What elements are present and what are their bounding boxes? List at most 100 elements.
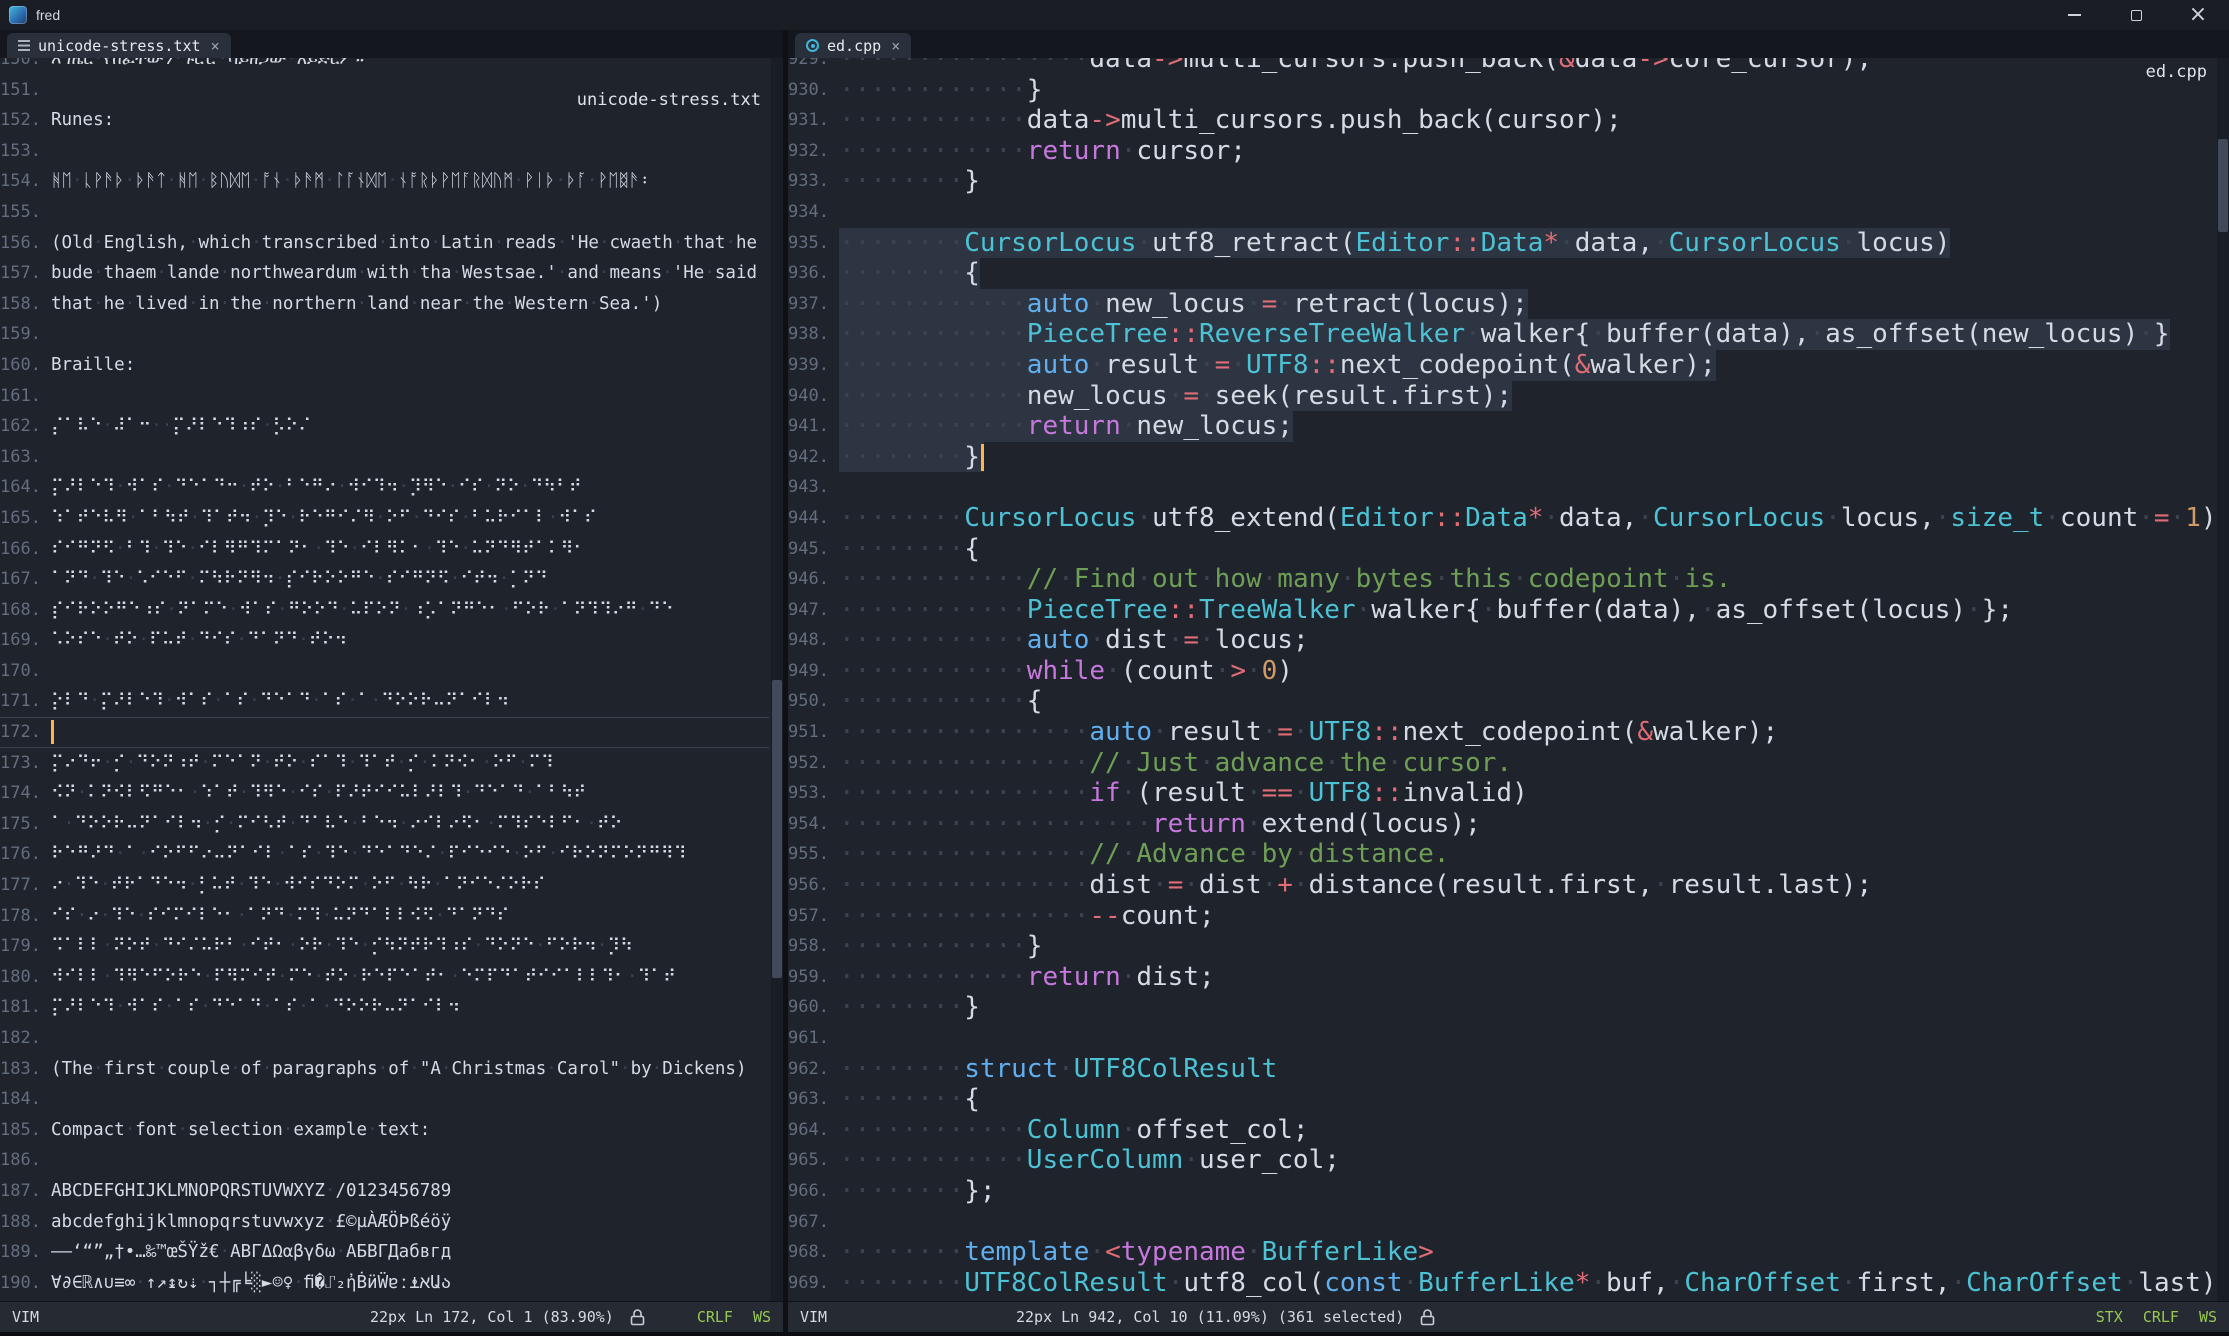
code-line[interactable]: 184. xyxy=(0,1084,769,1115)
syntax-indicator[interactable]: STX xyxy=(2096,1308,2123,1326)
code-line[interactable]: 960.········} xyxy=(788,992,2215,1023)
tab-close-icon[interactable]: × xyxy=(891,37,900,55)
code-line[interactable]: 159. xyxy=(0,319,769,350)
code-line[interactable]: 166.⠎⠊⠛⠝⠫·⠃⠹·⠹⠑·⠊⠇⠻⠛⠹⠍⠁⠝⠂·⠹⠑·⠊⠇⠻⠅⠂·⠹⠑·⠥⠝… xyxy=(0,534,769,565)
code-line[interactable]: 153. xyxy=(0,136,769,167)
code-line[interactable]: 186. xyxy=(0,1145,769,1176)
code-line[interactable]: 188.abcdefghijklmnopqrstuvwxyz·£©µÀÆÖÞßé… xyxy=(0,1207,769,1238)
code-line[interactable]: 943. xyxy=(788,472,2215,503)
code-line[interactable]: 948.············auto·dist·=·locus; xyxy=(788,625,2215,656)
code-line[interactable]: 965.············UserColumn·user_col; xyxy=(788,1145,2215,1176)
code-line[interactable]: 179.⠩⠁⠇⠇·⠝⠕⠞·⠙⠊⠌⠥⠗⠃·⠊⠞⠂·⠕⠗·⠹⠑·⡊⠳⠝⠞⠗⠹⠰⠎·⠙… xyxy=(0,931,769,962)
left-eol-indicator[interactable]: CRLF xyxy=(697,1308,733,1326)
code-line[interactable]: 962.········struct·UTF8ColResult xyxy=(788,1054,2215,1085)
right-ws-indicator[interactable]: WS xyxy=(2199,1308,2217,1326)
code-line[interactable]: 968.········template·<typename·BufferLik… xyxy=(788,1237,2215,1268)
code-line[interactable]: 966.········}; xyxy=(788,1176,2215,1207)
code-line[interactable]: 951.················auto·result·=·UTF8::… xyxy=(788,717,2215,748)
code-line[interactable]: 942.········} xyxy=(788,442,2215,473)
left-scrollbar-thumb[interactable] xyxy=(772,680,782,978)
code-line[interactable]: 952.················//·Just·advance·the·… xyxy=(788,748,2215,779)
code-line[interactable]: 967. xyxy=(788,1207,2215,1238)
code-line[interactable]: 930.············} xyxy=(788,75,2215,106)
code-line[interactable]: 183.(The·first·couple·of·paragraphs·of·"… xyxy=(0,1054,769,1085)
right-scrollbar[interactable] xyxy=(2217,58,2229,1301)
maximize-button[interactable] xyxy=(2105,0,2167,30)
titlebar[interactable]: fred × xyxy=(0,0,2229,30)
code-line[interactable]: 156.(Old·English,·which·transcribed·into… xyxy=(0,228,769,259)
code-line[interactable]: 932.············return·cursor; xyxy=(788,136,2215,167)
code-line[interactable]: 174.⠪⠝·⠅⠝⠪⠇⠫⠛⠑⠂·⠱⠁⠞·⠹⠻⠑·⠊⠎·⠏⠜⠞⠊⠊⠥⠇⠜⠇⠹·⠙⠑… xyxy=(0,778,769,809)
code-line[interactable]: 180.⠺⠊⠇⠇·⠹⠻⠑⠋⠕⠗⠑·⠏⠻⠍⠊⠞·⠍⠑·⠞⠕·⠗⠑⠏⠑⠁⠞⠂·⠑⠍⠏… xyxy=(0,962,769,993)
code-line[interactable]: 946.············//·Find·out·how·many·byt… xyxy=(788,564,2215,595)
code-line[interactable]: 157.bude·thaem·lande·northweardum·with·t… xyxy=(0,258,769,289)
code-line[interactable]: 176.⠗⠑⠛⠜⠙·⠁·⠊⠕⠋⠋⠔⠤⠝⠁⠊⠇·⠁⠎·⠹⠑·⠙⠑⠁⠙⠑⠌·⠏⠊⠑⠊… xyxy=(0,839,769,870)
right-editor[interactable]: 929.················data->multi_cursors.… xyxy=(788,58,2229,1301)
code-line[interactable]: 947.············PieceTree::TreeWalker·wa… xyxy=(788,595,2215,626)
code-line[interactable]: 936.········{ xyxy=(788,258,2215,289)
code-line[interactable]: 181.⡍⠜⠇⠑⠹·⠺⠁⠎·⠁⠎·⠙⠑⠁⠙·⠁⠎·⠁·⠙⠕⠕⠗⠤⠝⠁⠊⠇⠲ xyxy=(0,992,769,1023)
right-scrollbar-thumb[interactable] xyxy=(2218,139,2228,232)
left-cursor-position: 22px Ln 172, Col 1 (83.90%) xyxy=(370,1308,614,1326)
left-scrollbar[interactable] xyxy=(771,58,783,1301)
code-line[interactable]: 939.············auto·result·=·UTF8::next… xyxy=(788,350,2215,381)
code-line[interactable]: 172. xyxy=(0,717,769,748)
code-line[interactable]: 961. xyxy=(788,1023,2215,1054)
code-line[interactable]: 178.⠊⠎·⠔·⠹⠑·⠎⠊⠍⠊⠇⠑⠂·⠁⠝⠙·⠍⠹·⠥⠝⠙⠁⠇⠇⠪⠫·⠙⠁⠝⠙… xyxy=(0,901,769,932)
code-line[interactable]: 934. xyxy=(788,197,2215,228)
right-eol-indicator[interactable]: CRLF xyxy=(2143,1308,2179,1326)
code-line[interactable]: 957.················--count; xyxy=(788,901,2215,932)
code-line[interactable]: 189.–—‘“”„†•…‰™œŠŸž€·ΑΒΓΔΩαβγδω·АБВГДабв… xyxy=(0,1237,769,1268)
code-line[interactable]: 167.⠁⠝⠙·⠹⠑·⠡⠊⠑⠋·⠍⠳⠗⠝⠻⠲·⡎⠊⠗⠕⠕⠛⠑·⠎⠊⠛⠝⠫·⠊⠞⠲… xyxy=(0,564,769,595)
code-line[interactable]: 160.Braille: xyxy=(0,350,769,381)
code-line[interactable]: 949.············while·(count·>·0) xyxy=(788,656,2215,687)
code-line[interactable]: 953.················if·(result·==·UTF8::… xyxy=(788,778,2215,809)
code-line[interactable]: 168.⡎⠊⠗⠕⠕⠛⠑⠰⠎·⠝⠁⠍⠑·⠺⠁⠎·⠛⠕⠕⠙·⠥⠏⠕⠝·⠰⡡⠁⠝⠛⠑⠂… xyxy=(0,595,769,626)
code-line[interactable]: 161. xyxy=(0,381,769,412)
tab-close-icon[interactable]: × xyxy=(211,37,220,55)
close-button[interactable]: × xyxy=(2167,0,2229,30)
code-line[interactable]: 158.that·he·lived·in·the·northern·land·n… xyxy=(0,289,769,320)
code-line[interactable]: 933.········} xyxy=(788,166,2215,197)
code-line[interactable]: 187.ABCDEFGHIJKLMNOPQRSTUVWXYZ·/01234567… xyxy=(0,1176,769,1207)
code-line[interactable]: 938.············PieceTree::ReverseTreeWa… xyxy=(788,319,2215,350)
code-line[interactable]: 170. xyxy=(0,656,769,687)
code-line[interactable]: 969.········UTF8ColResult·utf8_col(const… xyxy=(788,1268,2215,1299)
code-line[interactable]: 956.················dist·=·dist·+·distan… xyxy=(788,870,2215,901)
code-line[interactable]: 945.········{ xyxy=(788,534,2215,565)
left-ws-indicator[interactable]: WS xyxy=(753,1308,771,1326)
tab-ed-cpp[interactable]: ed.cpp × xyxy=(795,33,911,58)
code-line[interactable]: 963.········{ xyxy=(788,1084,2215,1115)
code-line[interactable]: 165.⠱⠁⠞⠑⠧⠻·⠁⠃⠳⠞·⠹⠁⠞⠲·⡹⠑·⠗⠑⠛⠊⠌⠻·⠕⠋·⠙⠊⠎·⠃⠥… xyxy=(0,503,769,534)
code-line[interactable]: 940.············new_locus·=·seek(result.… xyxy=(788,381,2215,412)
code-line[interactable]: 929.················data->multi_cursors.… xyxy=(788,58,2215,75)
code-line[interactable]: 190.∀∂∈ℝ∧∪≡∞·↑↗↨↻⇣·┐┼╔╘░►☺♀·ﬁ�⑀₂ἠḂӥẄɐː⍎א… xyxy=(0,1268,769,1299)
code-line[interactable]: 944.········CursorLocus·utf8_extend(Edit… xyxy=(788,503,2215,534)
code-line[interactable]: 155. xyxy=(0,197,769,228)
code-line[interactable]: 964.············Column·offset_col; xyxy=(788,1115,2215,1146)
code-line[interactable]: 177.⠔·⠹⠑·⠞⠗⠁⠙⠑⠲·⡃⠥⠞·⠹⠑·⠺⠊⠎⠙⠕⠍·⠕⠋·⠳⠗·⠁⠝⠊⠑… xyxy=(0,870,769,901)
code-line[interactable]: 162.⡌⠁⠧⠑·⠼⠁⠒··⡍⠜⠇⠑⠹⠰⠎·⡣⠕⠌ xyxy=(0,411,769,442)
code-line[interactable]: 955.················//·Advance·by·distan… xyxy=(788,839,2215,870)
code-line[interactable]: 941.············return·new_locus; xyxy=(788,411,2215,442)
code-line[interactable]: 150.እግዜር·የከፈተውን·ጉሮሮ·ሳይዘጋው·አይድርም። xyxy=(0,58,769,75)
code-line[interactable]: 958.············} xyxy=(788,931,2215,962)
code-line[interactable]: 171.⡕⠇⠙·⡍⠜⠇⠑⠹·⠺⠁⠎·⠁⠎·⠙⠑⠁⠙·⠁⠎·⠁·⠙⠕⠕⠗⠤⠝⠁⠊⠇… xyxy=(0,686,769,717)
code-line[interactable]: 931.············data->multi_cursors.push… xyxy=(788,105,2215,136)
left-editor[interactable]: 150.እግዜር·የከፈተውን·ጉሮሮ·ሳይዘጋው·አይድርም።151.152.… xyxy=(0,58,783,1301)
code-line[interactable]: 959.············return·dist; xyxy=(788,962,2215,993)
code-line[interactable]: 163. xyxy=(0,442,769,473)
code-line[interactable]: 175.⠁·⠙⠕⠕⠗⠤⠝⠁⠊⠇⠲·⡊·⠍⠊⠣⠞·⠙⠁⠧⠑·⠃⠑⠲·⠔⠊⠇⠔⠫⠂·… xyxy=(0,809,769,840)
code-line[interactable]: 182. xyxy=(0,1023,769,1054)
code-line[interactable]: 935.········CursorLocus·utf8_retract(Edi… xyxy=(788,228,2215,259)
code-line[interactable]: 185.Compact·font·selection·example·text: xyxy=(0,1115,769,1146)
code-line[interactable]: 954.····················return·extend(lo… xyxy=(788,809,2215,840)
minimize-button[interactable] xyxy=(2043,0,2105,30)
code-line[interactable]: 173.⡍⠔⠙⠖·⡊·⠙⠕⠝⠰⠞·⠍⠑⠁⠝·⠞⠕·⠎⠁⠹·⠹⠁⠞·⡊·⠅⠝⠪⠂·… xyxy=(0,748,769,779)
tab-unicode-stress-txt[interactable]: unicode-stress.txt × xyxy=(7,33,231,58)
code-line[interactable]: 164.⡍⠜⠇⠑⠹·⠺⠁⠎·⠙⠑⠁⠙⠒·⠞⠕·⠃⠑⠛⠔·⠺⠊⠹⠲·⡹⠻⠑·⠊⠎·… xyxy=(0,472,769,503)
code-line[interactable]: 154.ᚻᛖ·ᚳᚹᚫᚦ·ᚦᚫᛏ·ᚻᛖ·ᛒᚢᛞᛖ·ᚩᚾ·ᚦᚫᛗ·ᛚᚪᚾᛞᛖ·ᚾᚩᚱ… xyxy=(0,166,769,197)
code-line[interactable]: 169.⠡⠕⠎⠑·⠞⠕·⠏⠥⠞·⠙⠊⠎·⠙⠁⠝⠙·⠞⠕⠲ xyxy=(0,625,769,656)
code-line[interactable]: 937.············auto·new_locus·=·retract… xyxy=(788,289,2215,320)
code-line[interactable]: 950.············{ xyxy=(788,686,2215,717)
